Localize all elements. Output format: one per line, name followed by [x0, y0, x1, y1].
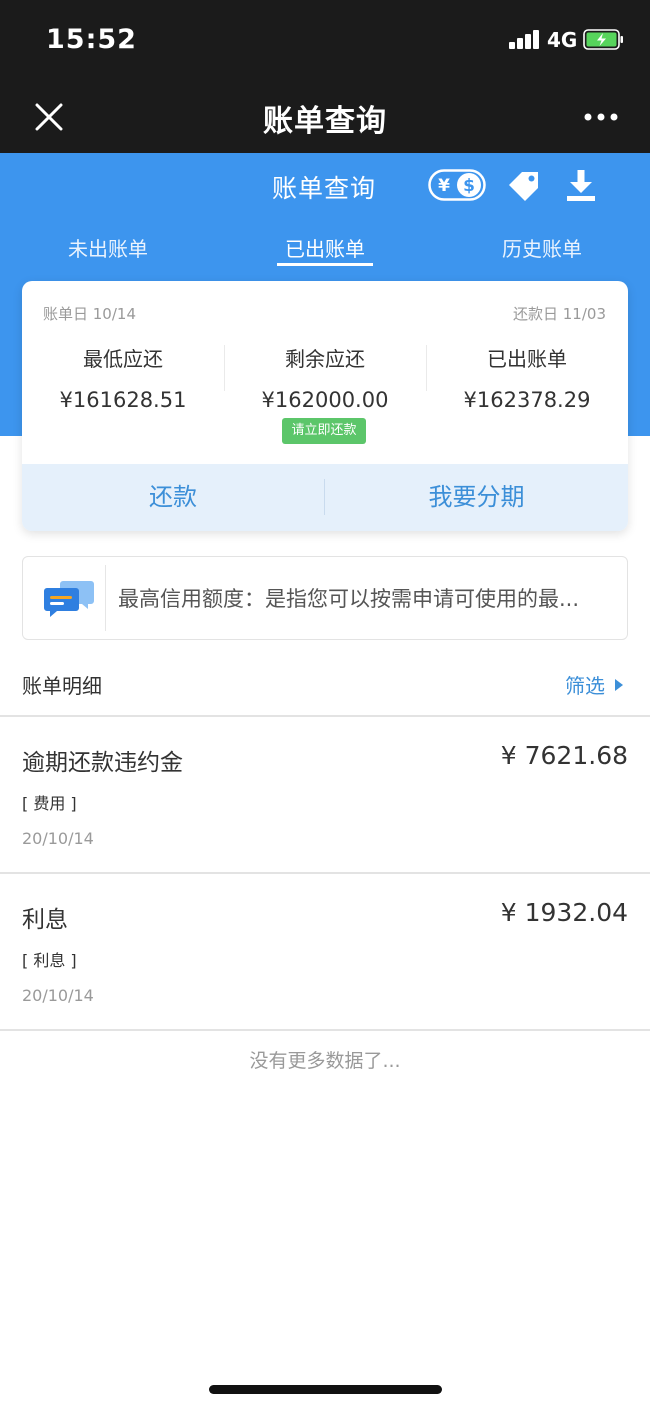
bill-date: 账单日 10/14 [43, 305, 136, 323]
svg-text:$: $ [463, 176, 475, 196]
installment-button[interactable]: 我要分期 [325, 464, 628, 531]
caret-right-icon[interactable] [613, 677, 625, 693]
item-date: 20/10/14 [22, 829, 94, 848]
tab-history[interactable]: 历史账单 [434, 233, 650, 262]
status-bar: 15:52 4G [0, 0, 650, 82]
item-name: 利息 [22, 907, 68, 933]
item-amount: ¥ 7621.68 [500, 741, 628, 770]
no-more-data: 没有更多数据了... [249, 1050, 401, 1072]
billed-amount-value: ¥162378.29 [463, 388, 591, 412]
item-name: 逾期还款违约金 [22, 750, 183, 776]
tab-unbilled[interactable]: 未出账单 [0, 233, 216, 262]
status-time: 15:52 [46, 24, 137, 55]
remaining-payment-value: ¥162000.00 [261, 388, 389, 412]
home-indicator[interactable] [209, 1385, 442, 1394]
minimum-payment-value: ¥161628.51 [59, 388, 187, 412]
details-title: 账单明细 [22, 674, 102, 698]
repay-button[interactable]: 还款 [22, 464, 324, 531]
signal-icon [509, 29, 541, 49]
more-icon[interactable] [584, 112, 618, 122]
remaining-payment: 剩余应还 ¥162000.00 [224, 343, 426, 412]
nav-bar: 账单查询 [0, 82, 650, 154]
billed-amount-label: 已出账单 [487, 347, 567, 371]
currency-toggle-icon[interactable]: ¥ $ [428, 169, 486, 201]
battery-icon [583, 29, 623, 50]
network-type: 4G [547, 28, 578, 52]
filter-button[interactable]: 筛选 [565, 670, 605, 699]
minimum-payment: 最低应还 ¥161628.51 [22, 343, 224, 412]
chat-bubbles-icon [44, 581, 94, 617]
due-date: 还款日 11/03 [513, 305, 606, 323]
page-title: 账单查询 [263, 104, 387, 139]
credit-limit-notice[interactable]: 最高信用额度：是指您可以按需申请可使用的最... [22, 556, 628, 640]
billed-amount: 已出账单 ¥162378.29 [426, 343, 628, 412]
notice-text: 最高信用额度：是指您可以按需申请可使用的最... [118, 587, 580, 611]
tab-billed[interactable]: 已出账单 [217, 233, 433, 262]
active-tab-indicator [277, 263, 373, 266]
notice-divider [105, 565, 106, 631]
pay-now-badge[interactable]: 请立即还款 [282, 418, 366, 444]
list-item[interactable]: 利息 ¥ 1932.04 [ 利息 ] 20/10/14 [0, 873, 650, 1029]
bill-tabs: 未出账单 已出账单 历史账单 [0, 233, 650, 273]
app-screen: 15:52 4G 账单查询 账单查询 ¥ $ 未出账单 已出账单 历史账单 账单… [0, 0, 650, 1408]
tag-icon[interactable] [505, 168, 543, 202]
item-amount: ¥ 1932.04 [500, 898, 628, 927]
svg-text:¥: ¥ [438, 176, 450, 196]
item-category: [ 利息 ] [22, 951, 77, 970]
bill-actions: 还款 我要分期 [22, 464, 628, 531]
item-category: [ 费用 ] [22, 794, 77, 813]
list-item[interactable]: 逾期还款违约金 ¥ 7621.68 [ 费用 ] 20/10/14 [0, 716, 650, 872]
header-subtitle: 账单查询 [272, 174, 377, 203]
minimum-payment-label: 最低应还 [83, 347, 163, 371]
download-icon[interactable] [565, 168, 597, 202]
item-date: 20/10/14 [22, 986, 94, 1005]
remaining-payment-label: 剩余应还 [285, 347, 365, 371]
divider [0, 1029, 650, 1031]
bill-summary-card: 账单日 10/14 还款日 11/03 最低应还 ¥161628.51 剩余应还… [22, 281, 628, 531]
